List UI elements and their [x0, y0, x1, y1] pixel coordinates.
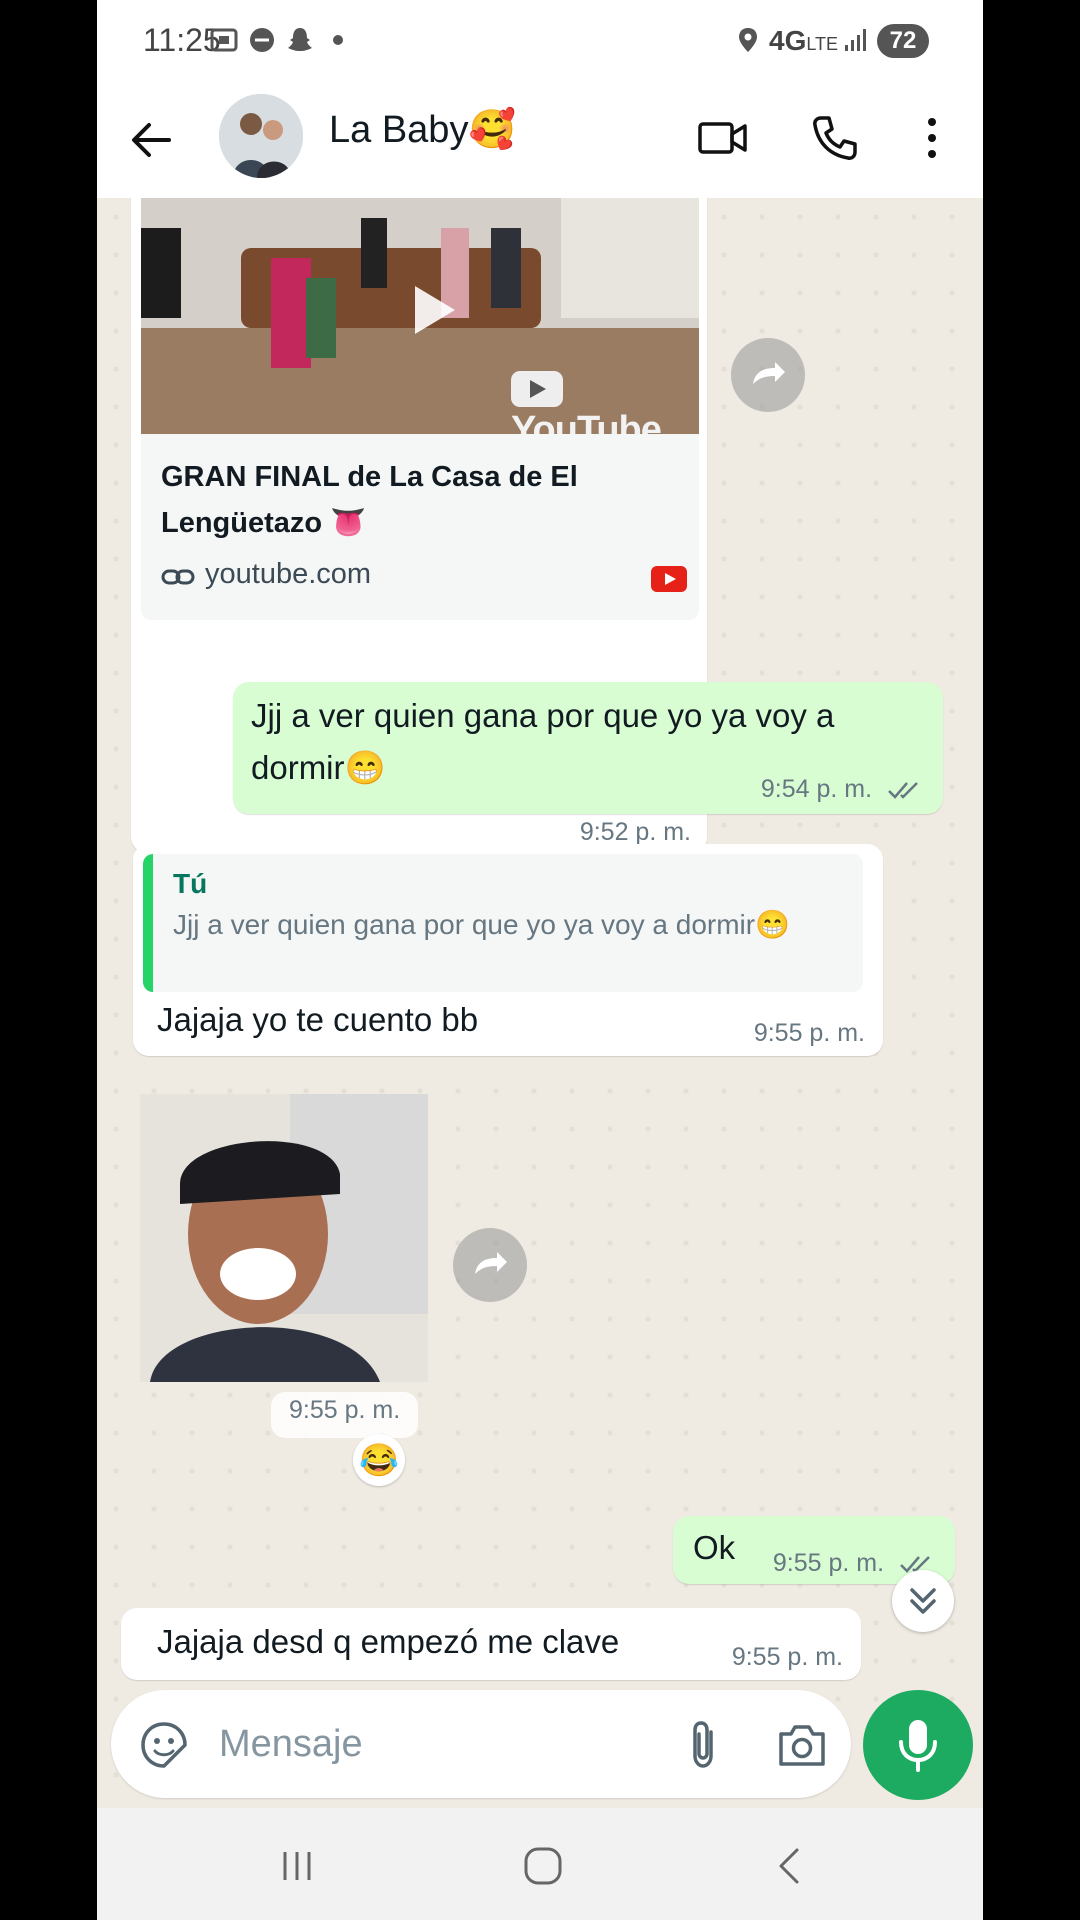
contact-avatar[interactable]: [219, 94, 303, 178]
paperclip-icon[interactable]: [681, 1718, 725, 1770]
message-time: 9:55 p. m.: [753, 1019, 865, 1047]
voice-message-button[interactable]: [863, 1690, 973, 1800]
contact-name[interactable]: La Baby🥰: [329, 108, 516, 152]
forward-icon: [475, 1252, 507, 1274]
screenshot-icon: [210, 28, 238, 52]
recent-apps-icon[interactable]: [275, 1844, 319, 1888]
outgoing-message[interactable]: Jjj a ver quien gana por que yo ya voy a…: [233, 682, 943, 814]
forward-button[interactable]: [731, 338, 805, 412]
system-navigation-bar: [97, 1808, 983, 1920]
double-chevron-down-icon: [910, 1588, 936, 1614]
quote-text: Jjj a ver quien gana por que yo ya voy a…: [173, 909, 790, 940]
link-icon: [161, 569, 195, 585]
link-domain: youtube.com: [205, 558, 372, 590]
network-indicator: 4GLTE: [769, 25, 839, 56]
youtube-logo-icon: [511, 370, 563, 407]
forward-icon: [753, 362, 785, 384]
incoming-message[interactable]: Jajaja desd q empezó me clave 9:55 p. m.: [121, 1608, 861, 1680]
snapchat-icon: [288, 28, 312, 51]
quote-author: Tú: [173, 868, 208, 899]
message-meta: 9:54 p. m.: [761, 775, 925, 804]
youtube-watermark: YouTube: [511, 366, 699, 434]
message-time: 9:54 p. m.: [760, 775, 873, 803]
voice-call-icon[interactable]: [809, 112, 861, 164]
video-call-icon[interactable]: [697, 112, 749, 164]
more-options-icon[interactable]: [917, 112, 947, 164]
back-arrow-icon[interactable]: [125, 114, 177, 166]
photo-message[interactable]: [140, 1094, 428, 1382]
location-icon: [739, 28, 757, 52]
chat-area[interactable]: YouTube GRAN FINAL de La Casa de El Leng…: [97, 198, 983, 1808]
message-composer: [111, 1690, 851, 1798]
message-time: 9:55 p. m.: [271, 1392, 419, 1438]
message-text: Jajaja desd q empezó me clave: [157, 1623, 620, 1660]
scroll-to-bottom-button[interactable]: [892, 1570, 954, 1632]
reaction-emoji[interactable]: 😂: [353, 1434, 405, 1486]
message-time: 9:55 p. m.: [772, 1549, 885, 1577]
battery-indicator: 72: [877, 24, 929, 58]
quoted-message[interactable]: Tú Jjj a ver quien gana por que yo ya vo…: [143, 854, 863, 992]
camera-icon[interactable]: [777, 1722, 827, 1768]
message-time: 9:52 p. m.: [579, 818, 691, 846]
system-back-icon[interactable]: [767, 1844, 811, 1888]
read-receipt-icon: [888, 782, 918, 800]
notification-dot-icon: [333, 35, 343, 45]
incoming-reply-message[interactable]: Tú Jjj a ver quien gana por que yo ya vo…: [133, 844, 883, 1056]
sync-icon: [250, 28, 274, 52]
status-bar: 11:25 4GLTE 72: [97, 0, 983, 82]
message-time: 9:55 p. m.: [731, 1643, 843, 1671]
forward-button[interactable]: [453, 1228, 527, 1302]
home-icon[interactable]: [521, 1844, 565, 1888]
play-icon[interactable]: [399, 278, 463, 342]
link-title: GRAN FINAL de La Casa de El Lengüetazo 👅: [161, 461, 578, 539]
microphone-icon: [899, 1720, 937, 1772]
phone-screen: 11:25 4GLTE 72 La Baby🥰 YouTube GRAN FIN…: [97, 0, 983, 1920]
chat-header: La Baby🥰: [97, 82, 983, 198]
link-card[interactable]: GRAN FINAL de La Casa de El Lengüetazo 👅…: [141, 434, 699, 620]
video-thumbnail[interactable]: YouTube: [141, 198, 699, 434]
message-text: Ok: [693, 1529, 736, 1566]
message-input[interactable]: [219, 1716, 639, 1772]
youtube-icon: [651, 566, 687, 592]
sticker-icon[interactable]: [139, 1720, 189, 1770]
message-text: Jajaja yo te cuento bb: [157, 1001, 479, 1038]
signal-icon: [845, 29, 866, 51]
